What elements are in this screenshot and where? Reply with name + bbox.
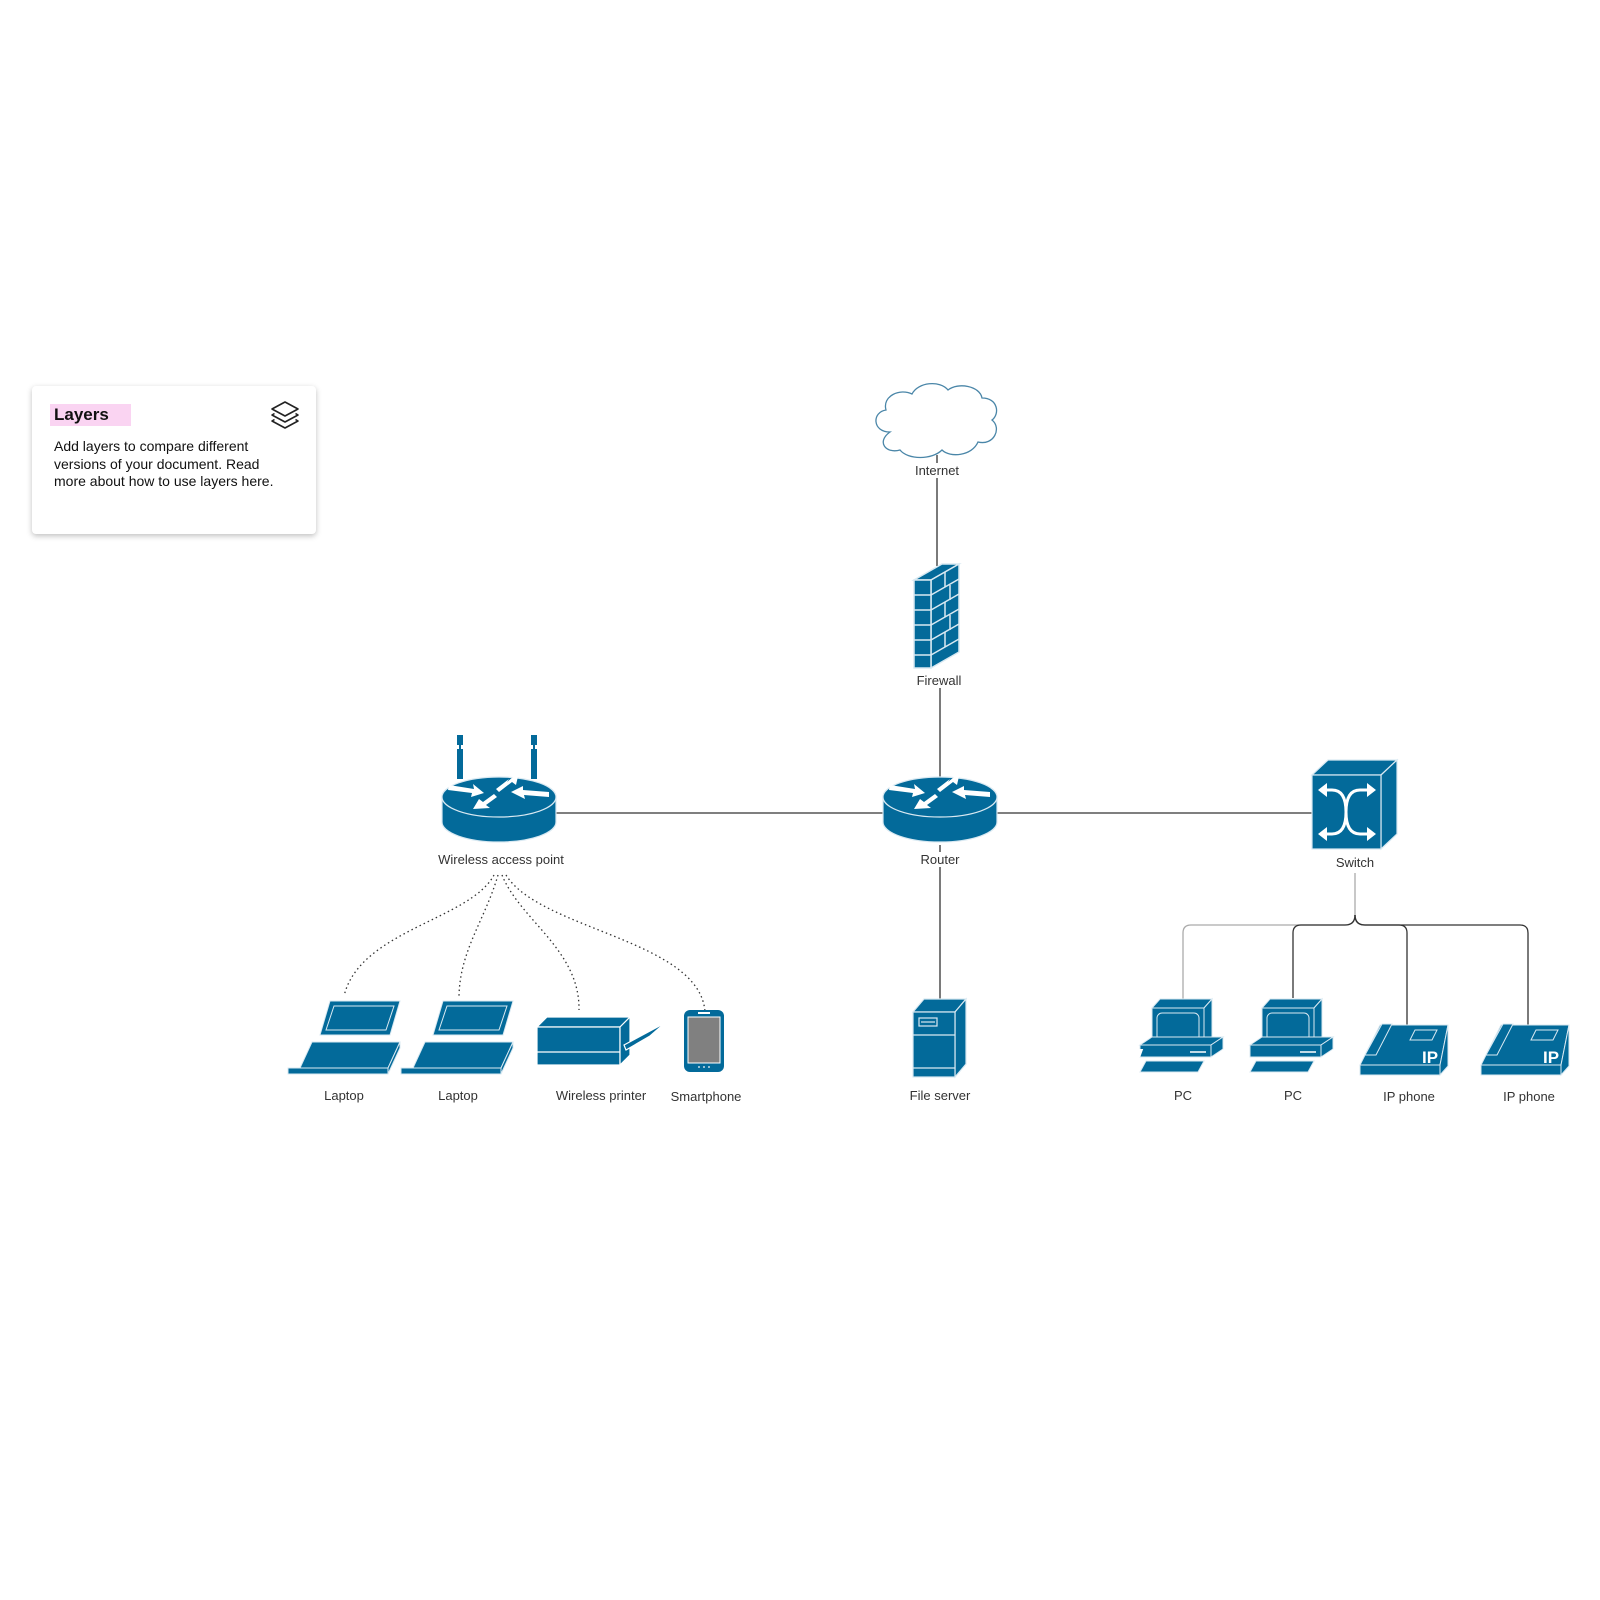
connection-wap-laptop2 — [458, 874, 499, 997]
printer-icon[interactable] — [535, 1015, 666, 1067]
ip-phone-icon[interactable]: IP — [1007, 1023, 1449, 1077]
label-smartphone: Smartphone — [669, 1089, 743, 1104]
label-wireless-access-point: Wireless access point — [437, 852, 565, 867]
label-ip-phone: IP phone — [1502, 1089, 1556, 1104]
connection-switch-pc1 — [1182, 873, 1356, 1000]
firewall-icon[interactable] — [911, 562, 962, 670]
laptop-icon[interactable] — [400, 1000, 514, 1075]
label-laptop: Laptop — [437, 1088, 479, 1103]
label-ip-phone: IP phone — [1382, 1089, 1436, 1104]
smartphone-icon[interactable] — [684, 1010, 724, 1072]
laptop-icon[interactable] — [287, 1000, 401, 1075]
label-pc: PC — [1282, 1088, 1304, 1103]
connection-switch-ipphone2 — [1354, 914, 1529, 1025]
router-icon[interactable] — [882, 772, 998, 843]
pc-icon[interactable] — [1138, 997, 1225, 1073]
label-file-server: File server — [908, 1088, 972, 1103]
label-switch: Switch — [1334, 855, 1376, 870]
connection-wap-smartphone — [505, 874, 706, 1013]
network-diagram: IP IP — [287, 383, 1570, 1079]
connection-wap-printer — [501, 874, 580, 1011]
label-laptop: Laptop — [323, 1088, 365, 1103]
file-server-icon[interactable] — [911, 997, 968, 1079]
ip-text: IP — [1422, 1048, 1438, 1067]
label-router: Router — [919, 852, 961, 867]
label-firewall: Firewall — [915, 673, 963, 688]
internet-cloud-icon[interactable] — [875, 383, 998, 459]
connections — [555, 455, 1529, 1025]
label-wireless-printer: Wireless printer — [554, 1088, 648, 1103]
wireless-access-point-icon[interactable] — [441, 735, 557, 843]
connection-wap-laptop1 — [343, 874, 495, 997]
switch-icon[interactable] — [1310, 758, 1399, 851]
connection-switch-pc2 — [1292, 914, 1356, 998]
connection-switch-ipphone1 — [1354, 914, 1408, 1025]
pc-icon[interactable] — [1248, 997, 1335, 1073]
wireless-links — [343, 874, 706, 1013]
label-pc: PC — [1172, 1088, 1194, 1103]
label-internet: Internet — [913, 463, 961, 478]
ip-text: IP — [1543, 1048, 1559, 1067]
